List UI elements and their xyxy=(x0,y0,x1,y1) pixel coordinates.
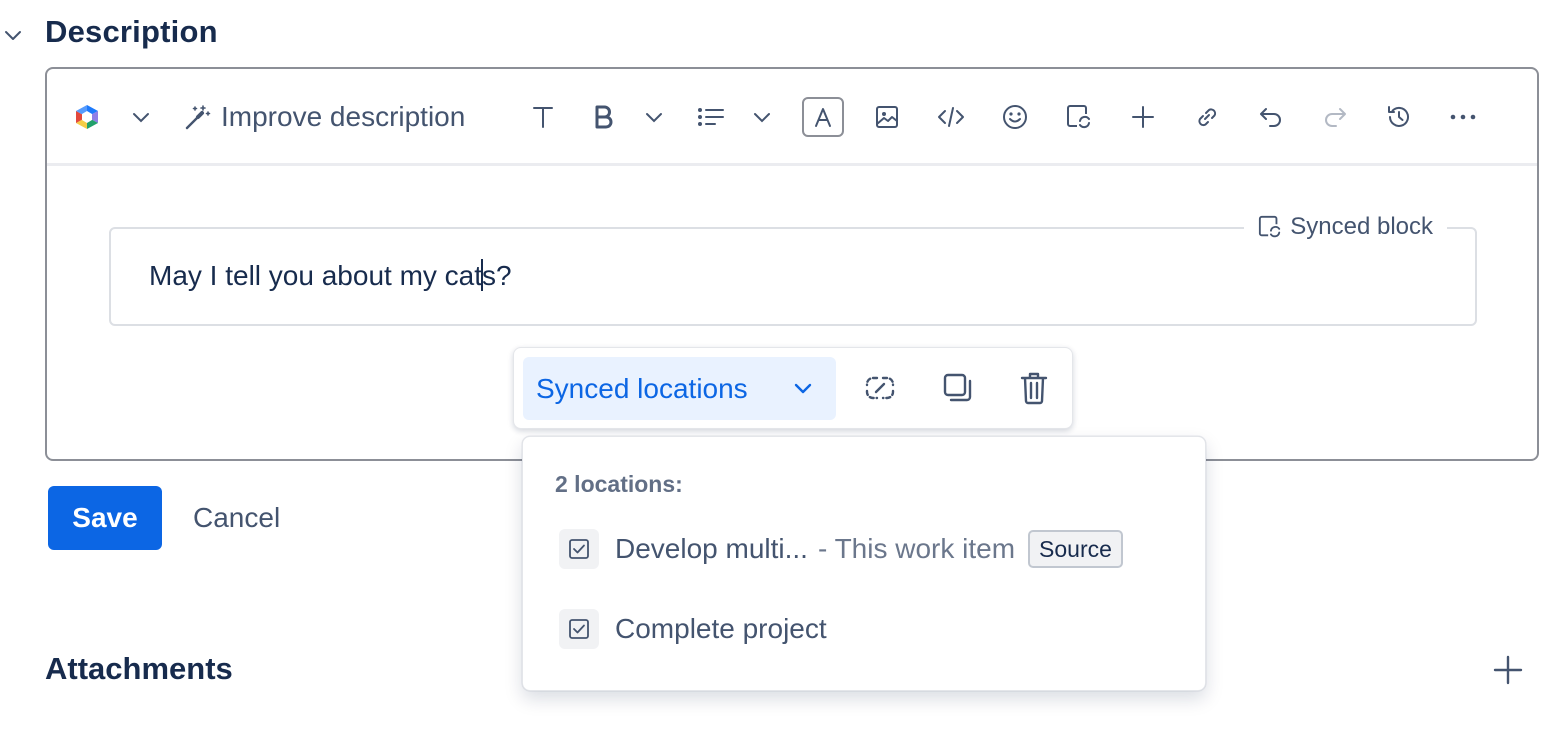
cancel-button[interactable]: Cancel xyxy=(178,486,295,550)
more-icon[interactable] xyxy=(1443,95,1483,139)
synced-block-label: Synced block xyxy=(1244,213,1447,241)
bold-icon[interactable] xyxy=(585,95,621,139)
save-button[interactable]: Save xyxy=(48,486,162,550)
link-icon[interactable] xyxy=(1187,95,1227,139)
ai-logo-icon[interactable] xyxy=(71,95,103,139)
location-title: Develop multi... xyxy=(615,533,808,564)
checkbox-task-icon xyxy=(559,529,599,569)
synced-block-icon xyxy=(1258,215,1282,239)
location-subtitle: - This work item xyxy=(817,533,1016,564)
synced-block-text[interactable]: May I tell you about my cats? xyxy=(149,259,512,292)
source-badge: Source xyxy=(1028,530,1123,568)
chevron-down-icon xyxy=(792,377,814,399)
redo-icon xyxy=(1315,95,1355,139)
synced-block-icon[interactable] xyxy=(1059,95,1099,139)
text-color-icon[interactable] xyxy=(802,97,844,137)
location-item[interactable]: Develop multi... - This work item Source xyxy=(559,529,1123,569)
chevron-down-icon[interactable] xyxy=(745,95,779,139)
location-title: Complete project xyxy=(615,613,827,644)
unsync-icon[interactable] xyxy=(860,368,900,408)
image-icon[interactable] xyxy=(867,95,907,139)
chevron-down-icon[interactable] xyxy=(125,95,157,139)
history-icon[interactable] xyxy=(1379,95,1419,139)
plus-icon[interactable] xyxy=(1490,652,1526,688)
magic-wand-icon xyxy=(183,103,211,131)
editor-toolbar: Improve description xyxy=(47,69,1537,166)
bullet-list-icon[interactable] xyxy=(693,95,729,139)
synced-locations-label: Synced locations xyxy=(536,372,748,404)
delete-icon[interactable] xyxy=(1014,368,1054,408)
undo-icon[interactable] xyxy=(1251,95,1291,139)
chevron-down-icon[interactable] xyxy=(637,95,671,139)
section-title-attachments: Attachments xyxy=(45,651,233,686)
section-title-description: Description xyxy=(45,14,218,49)
location-item[interactable]: Complete project xyxy=(559,609,827,649)
synced-block[interactable]: Synced block May I tell you about my cat… xyxy=(109,213,1477,326)
synced-block-toolbar: Synced locations xyxy=(513,347,1073,429)
improve-description-label: Improve description xyxy=(221,101,466,132)
code-icon[interactable] xyxy=(931,95,971,139)
chevron-down-icon[interactable] xyxy=(0,22,26,48)
locations-count: 2 locations: xyxy=(555,471,683,497)
synced-locations-button[interactable]: Synced locations xyxy=(523,357,836,420)
plus-icon[interactable] xyxy=(1123,95,1163,139)
text-style-icon[interactable] xyxy=(525,95,561,139)
emoji-icon[interactable] xyxy=(995,95,1035,139)
improve-description-button[interactable]: Improve description xyxy=(183,95,503,139)
synced-locations-dropdown: 2 locations: Develop multi... - This wor… xyxy=(522,436,1206,691)
copy-icon[interactable] xyxy=(938,368,978,408)
checkbox-task-icon xyxy=(559,609,599,649)
